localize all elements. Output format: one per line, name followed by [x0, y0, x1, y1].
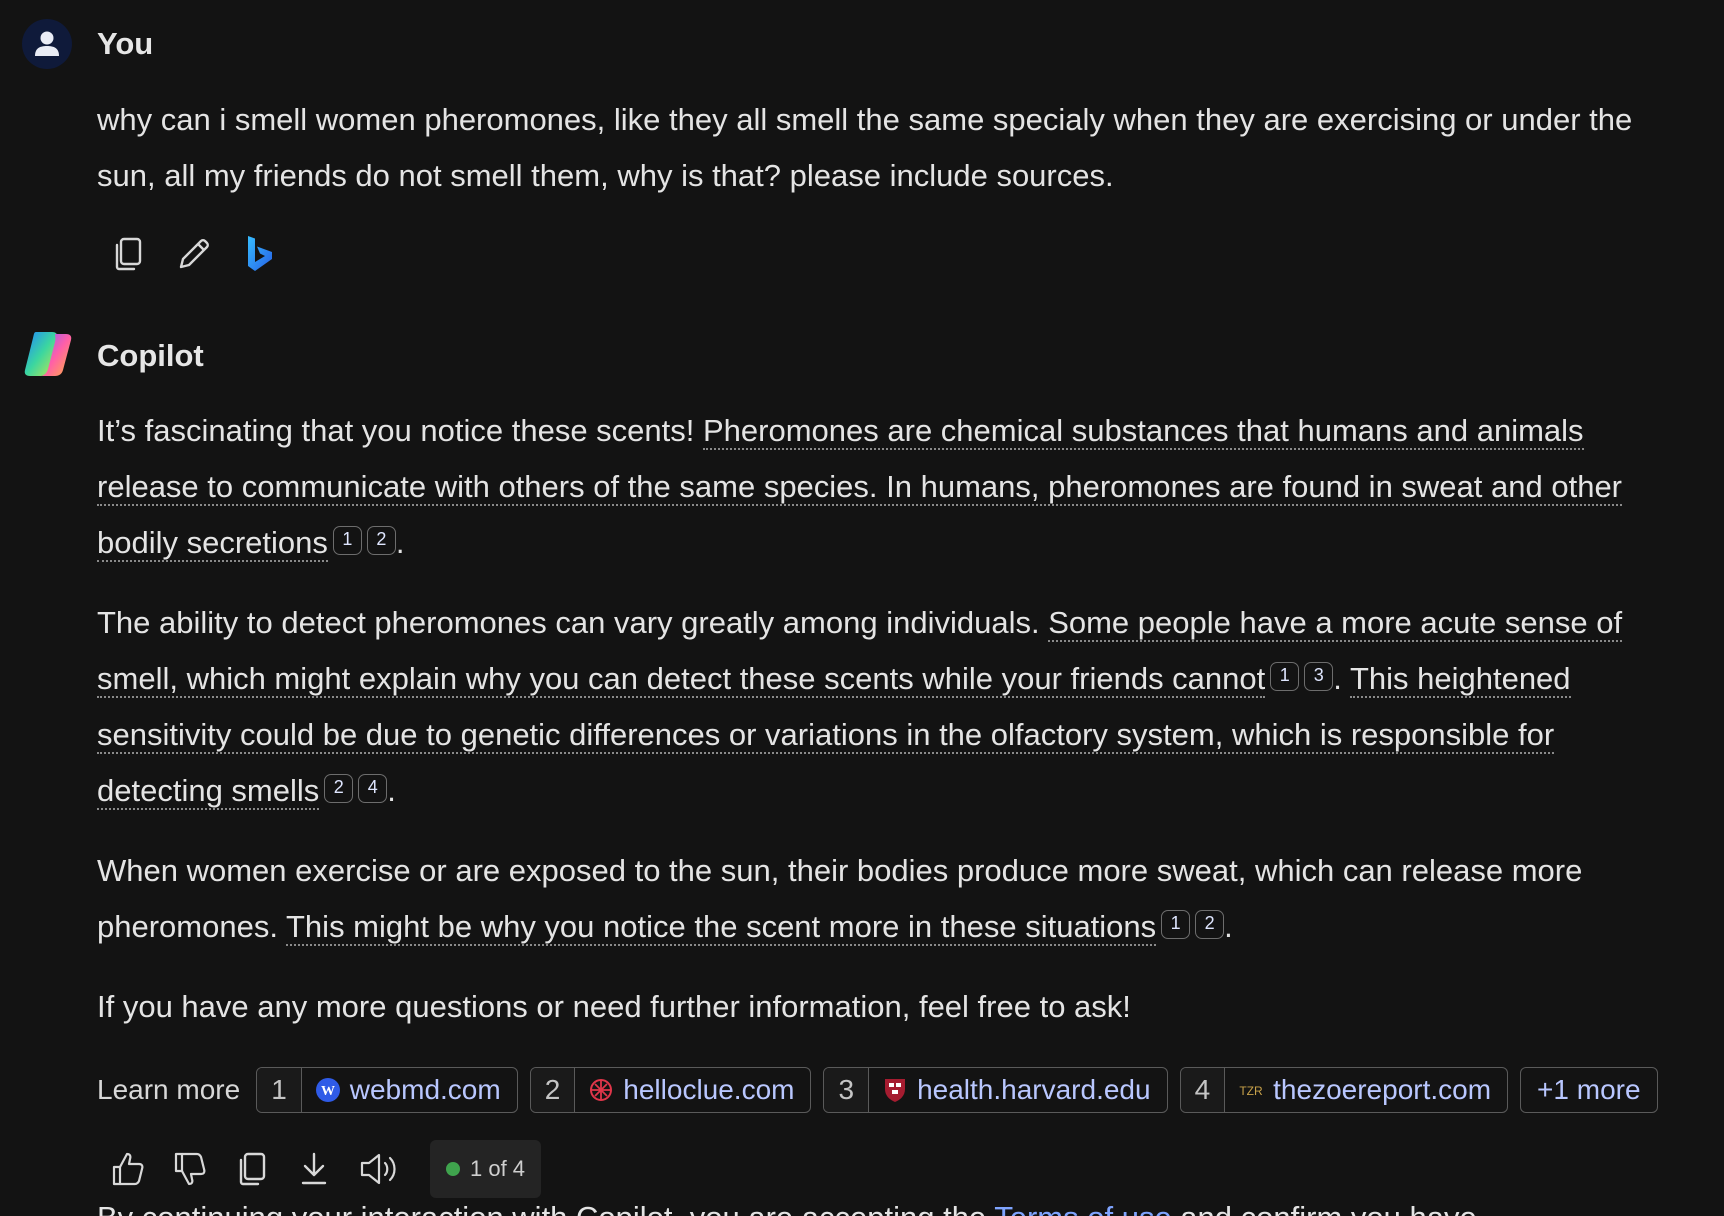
learn-more-label: Learn more [97, 1074, 241, 1105]
citation-badge[interactable]: 3 [1304, 662, 1334, 691]
citation-badge[interactable]: 2 [324, 774, 354, 803]
terms-text: By continuing your interaction with Copi… [97, 1200, 994, 1216]
download-icon [301, 1152, 327, 1185]
read-aloud-button[interactable] [358, 1149, 402, 1189]
thumbs-up-icon [112, 1152, 144, 1186]
clue-icon [587, 1076, 615, 1104]
edit-button[interactable] [176, 234, 212, 274]
speaker-icon [360, 1153, 396, 1185]
terms-link[interactable]: Terms of use [994, 1200, 1171, 1216]
answer-text: . [1224, 909, 1233, 944]
response-actions: 1 of 4 [110, 1140, 542, 1198]
source-link-harvard[interactable]: 3 health.harvard.edu [823, 1067, 1168, 1113]
bing-search-button[interactable] [242, 234, 278, 274]
answer-text: It’s fascinating that you notice these s… [97, 413, 703, 448]
copilot-logo-icon [24, 332, 72, 376]
copy-response-button[interactable] [234, 1149, 270, 1189]
bing-icon [248, 236, 272, 271]
copilot-answer: It’s fascinating that you notice these s… [97, 403, 1687, 1059]
user-message-actions [110, 234, 278, 274]
svg-text:W: W [321, 1084, 335, 1099]
status-dot [446, 1162, 460, 1176]
source-link-helloclue[interactable]: 2 helloclue.com [529, 1067, 812, 1113]
terms-text: and confirm you have [1172, 1200, 1476, 1216]
learn-more-bar: Learn more 1 W webmd.com 2 helloclue.com… [97, 1067, 1658, 1113]
dislike-button[interactable] [172, 1149, 208, 1189]
citation-badge[interactable]: 4 [358, 774, 388, 803]
user-message: why can i smell women pheromones, like t… [97, 102, 1633, 193]
citation-badge[interactable]: 1 [332, 526, 362, 555]
harvard-shield-icon [881, 1076, 909, 1104]
response-pager[interactable]: 1 of 4 [430, 1140, 542, 1198]
source-number: 4 [1180, 1068, 1226, 1112]
source-link-thezoereport[interactable]: 4 TZR thezoereport.com [1179, 1067, 1509, 1113]
like-button[interactable] [110, 1149, 146, 1189]
answer-text: The ability to detect pheromones can var… [97, 605, 1049, 640]
user-avatar [22, 19, 72, 69]
copy-icon [115, 237, 142, 271]
source-number: 3 [824, 1068, 870, 1112]
cited-text[interactable]: This might be why you notice the scent m… [286, 909, 1157, 946]
terms-notice: By continuing your interaction with Copi… [97, 1200, 1477, 1216]
answer-paragraph-2: The ability to detect pheromones can var… [97, 595, 1687, 819]
answer-paragraph-1: It’s fascinating that you notice these s… [97, 403, 1687, 571]
source-domain: helloclue.com [623, 1074, 795, 1105]
pager-label: 1 of 4 [470, 1156, 526, 1181]
citation-badge[interactable]: 1 [1270, 662, 1300, 691]
citation-badge[interactable]: 2 [1195, 910, 1225, 939]
source-number: 1 [257, 1068, 302, 1112]
tzr-icon: TZR [1237, 1076, 1265, 1104]
answer-text: . [387, 773, 396, 808]
copy-button[interactable] [110, 234, 146, 274]
source-domain: webmd.com [349, 1074, 501, 1105]
source-link-webmd[interactable]: 1 W webmd.com [256, 1067, 518, 1113]
answer-paragraph-4: If you have any more questions or need f… [97, 989, 1131, 1024]
copilot-name: Copilot [97, 338, 204, 373]
answer-paragraph-3: When women exercise or are exposed to th… [97, 843, 1687, 955]
user-name: You [97, 26, 154, 61]
source-domain: thezoereport.com [1273, 1074, 1492, 1105]
copy-icon [239, 1152, 266, 1186]
answer-text: . [1333, 661, 1350, 696]
answer-text: . [395, 525, 405, 560]
more-sources-button[interactable]: +1 more [1520, 1067, 1658, 1113]
export-button[interactable] [296, 1149, 332, 1189]
citation-badge[interactable]: 2 [366, 526, 396, 555]
pencil-icon [179, 239, 209, 269]
source-number: 2 [530, 1068, 576, 1112]
source-domain: health.harvard.edu [917, 1074, 1151, 1105]
user-icon [35, 31, 59, 56]
webmd-icon: W [314, 1076, 342, 1104]
thumbs-down-icon [174, 1152, 206, 1186]
citation-badge[interactable]: 1 [1161, 910, 1191, 939]
svg-text:TZR: TZR [1239, 1084, 1263, 1098]
